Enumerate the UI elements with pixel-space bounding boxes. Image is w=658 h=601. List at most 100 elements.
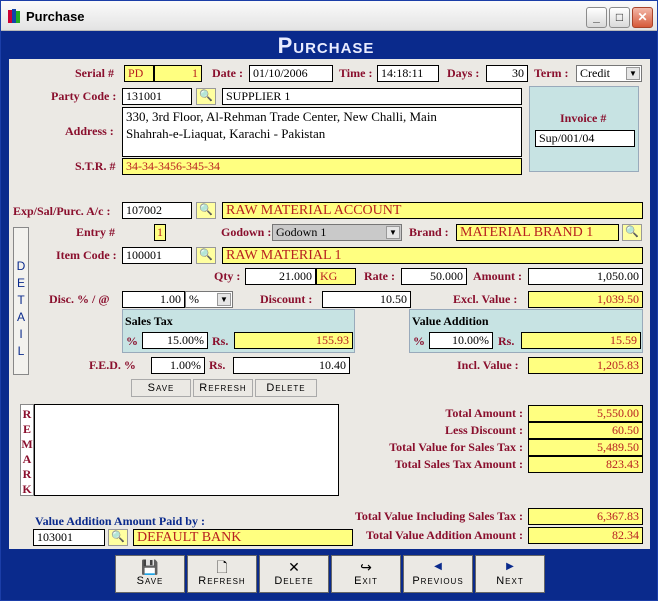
less-discount-label: Less Discount :: [444, 423, 523, 437]
remark-label: R E M A R K: [20, 404, 34, 496]
save-button[interactable]: 💾 Save: [115, 555, 185, 593]
arrow-left-icon: ◀: [434, 561, 442, 572]
total-va-label: Total Value Addition Amount :: [366, 528, 523, 542]
refresh-button[interactable]: 🗋 Refresh: [187, 555, 257, 593]
days-field[interactable]: 30: [486, 65, 528, 82]
detail-save-button[interactable]: Save: [131, 379, 191, 397]
party-name-field[interactable]: SUPPLIER 1: [222, 88, 522, 105]
less-discount-field: 60.50: [528, 422, 643, 439]
party-search-button[interactable]: 🔍: [196, 88, 216, 105]
fed-rs-field: 10.40: [233, 357, 350, 374]
delete-button[interactable]: ✕ Delete: [259, 555, 329, 593]
discount-field[interactable]: 10.50: [322, 291, 411, 308]
search-icon: 🔍: [199, 249, 213, 261]
value-addition-rs-field: 15.59: [521, 332, 641, 349]
brand-label: Brand :: [409, 225, 449, 239]
invoice-box: Invoice # Sup/001/04: [529, 86, 639, 172]
item-search-button[interactable]: 🔍: [196, 247, 216, 264]
sales-tax-pct-field[interactable]: 15.00%: [142, 332, 208, 349]
entry-field[interactable]: 1: [154, 224, 166, 241]
time-field[interactable]: 14:18:11: [377, 65, 439, 82]
total-value-st-field: 5,489.50: [528, 439, 643, 456]
excl-value-field: 1,039.50: [528, 291, 643, 308]
disc-field[interactable]: 1.00: [122, 291, 185, 308]
sales-tax-title: Sales Tax: [125, 314, 173, 328]
page-title: Purchase: [9, 33, 643, 59]
total-amount-field: 5,550.00: [528, 405, 643, 422]
remark-letter: A: [22, 452, 32, 466]
value-addition-box: Value Addition % 10.00% Rs. 15.59: [409, 309, 643, 353]
remark-textarea[interactable]: [34, 404, 339, 496]
chevron-down-icon[interactable]: ▼: [217, 293, 231, 306]
total-st-field: 823.43: [528, 456, 643, 473]
godown-select[interactable]: Godown 1 ▼: [272, 224, 402, 241]
value-addition-pct-field[interactable]: 10.00%: [429, 332, 493, 349]
value-addition-pct-label: %: [413, 334, 425, 348]
days-label: Days :: [447, 66, 480, 80]
chevron-down-icon[interactable]: ▼: [386, 226, 400, 239]
party-code-label: Party Code :: [51, 89, 117, 103]
va-paid-name-field[interactable]: DEFAULT BANK: [133, 529, 353, 546]
account-code-field[interactable]: 107002: [122, 202, 192, 219]
exit-icon: ↪: [360, 559, 372, 575]
previous-button[interactable]: ◀ Previous: [403, 555, 473, 593]
brand-search-button[interactable]: 🔍: [622, 224, 642, 241]
rate-label: Rate :: [364, 269, 395, 283]
fed-label: F.E.D. %: [89, 358, 136, 372]
bottom-toolbar: 💾 Save 🗋 Refresh ✕ Delete ↪ Exit ◀ Previ…: [9, 553, 650, 595]
detail-letter: D: [16, 259, 26, 273]
va-paid-code-field[interactable]: 103001: [33, 529, 105, 546]
rate-field[interactable]: 50.000: [401, 268, 467, 285]
next-button[interactable]: ▶ Next: [475, 555, 545, 593]
disc-type-select[interactable]: % ▼: [185, 291, 233, 308]
title-bar: Purchase _ □ ✕: [1, 1, 657, 31]
term-select[interactable]: Credit ▼: [576, 65, 642, 82]
term-label: Term :: [534, 66, 569, 80]
qty-field[interactable]: 21.000: [245, 268, 316, 285]
exit-button[interactable]: ↪ Exit: [331, 555, 401, 593]
fed-pct-field[interactable]: 1.00%: [151, 357, 205, 374]
x-icon: ✕: [288, 559, 300, 575]
detail-letter: A: [16, 310, 25, 324]
detail-delete-button[interactable]: Delete: [255, 379, 317, 397]
godown-label: Godown :: [221, 225, 272, 239]
term-value: Credit: [580, 66, 610, 80]
va-paid-search-button[interactable]: 🔍: [108, 529, 128, 546]
item-name-field[interactable]: RAW MATERIAL 1: [222, 247, 643, 264]
item-code-label: Item Code :: [56, 248, 117, 262]
serial-number-field[interactable]: 1: [154, 65, 202, 82]
brand-field[interactable]: MATERIAL BRAND 1: [456, 224, 619, 241]
discount-label: Discount :: [260, 292, 313, 306]
total-st-label: Total Sales Tax Amount :: [394, 457, 523, 471]
address-field[interactable]: 330, 3rd Floor, Al-Rehman Trade Center, …: [122, 107, 522, 157]
account-name-field[interactable]: RAW MATERIAL ACCOUNT: [222, 202, 643, 219]
detail-tab[interactable]: D E T A I L: [13, 227, 29, 375]
disc-label: Disc. % / @: [49, 292, 110, 306]
date-field[interactable]: 01/10/2006: [249, 65, 333, 82]
sales-tax-rs-field: 155.93: [234, 332, 353, 349]
account-search-button[interactable]: 🔍: [196, 202, 216, 219]
search-icon: 🔍: [199, 90, 213, 102]
minimize-button[interactable]: _: [586, 7, 607, 28]
purchase-window: Purchase _ □ ✕ Purchase Serial # PD 1 Da…: [0, 0, 658, 601]
previous-button-label: Previous: [412, 575, 464, 587]
maximize-button[interactable]: □: [609, 7, 630, 28]
detail-refresh-button[interactable]: Refresh: [193, 379, 253, 397]
serial-prefix-field[interactable]: PD: [124, 65, 154, 82]
time-label: Time :: [339, 66, 373, 80]
amount-field[interactable]: 1,050.00: [528, 268, 643, 285]
arrow-right-icon: ▶: [506, 561, 514, 572]
address-line-2: Shahrah-e-Liaquat, Karachi - Pakistan: [126, 126, 326, 141]
detail-letter: I: [19, 327, 23, 341]
item-code-field[interactable]: 100001: [122, 247, 192, 264]
chevron-down-icon[interactable]: ▼: [626, 67, 640, 80]
invoice-label: Invoice #: [560, 111, 607, 125]
value-addition-rs-label: Rs.: [498, 334, 515, 348]
invoice-field[interactable]: Sup/001/04: [535, 130, 635, 147]
refresh-button-label: Refresh: [198, 575, 246, 587]
delete-button-label: Delete: [274, 575, 314, 587]
party-code-field[interactable]: 131001: [122, 88, 192, 105]
str-field[interactable]: 34-34-3456-345-34: [122, 158, 522, 175]
close-button[interactable]: ✕: [632, 7, 653, 28]
detail-letter: L: [17, 344, 25, 358]
